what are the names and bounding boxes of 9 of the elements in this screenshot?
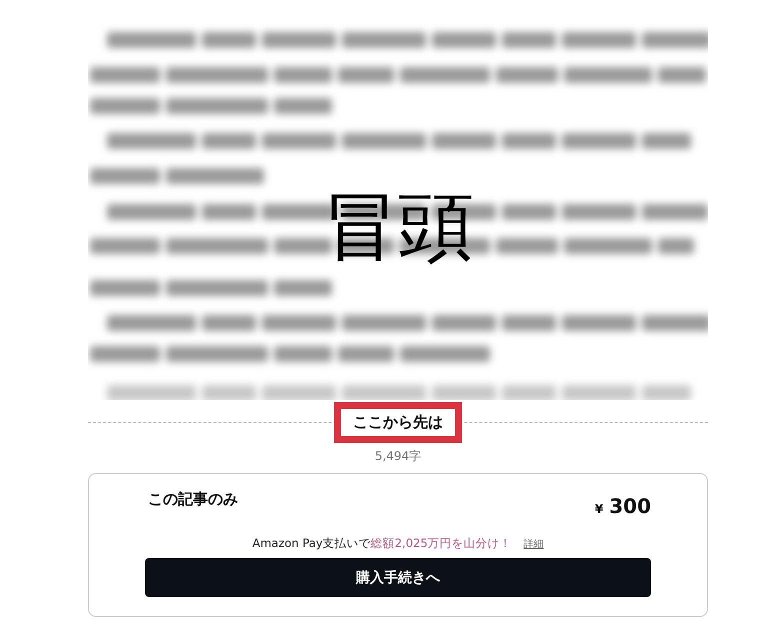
promo-text: Amazon Pay支払いで総額2,025万円を山分け！ [252, 536, 512, 551]
details-link[interactable]: 詳細 [524, 537, 544, 551]
character-count: 5,494字 [374, 448, 422, 465]
price: 300 [609, 494, 651, 518]
purchase-button[interactable]: 購入手続きへ [145, 558, 651, 597]
overlay-heading: 冒頭 [322, 180, 474, 272]
paywall-label: ここから先は [334, 402, 462, 442]
currency-symbol: ¥ [594, 502, 604, 516]
plan-title: この記事のみ [148, 490, 238, 509]
